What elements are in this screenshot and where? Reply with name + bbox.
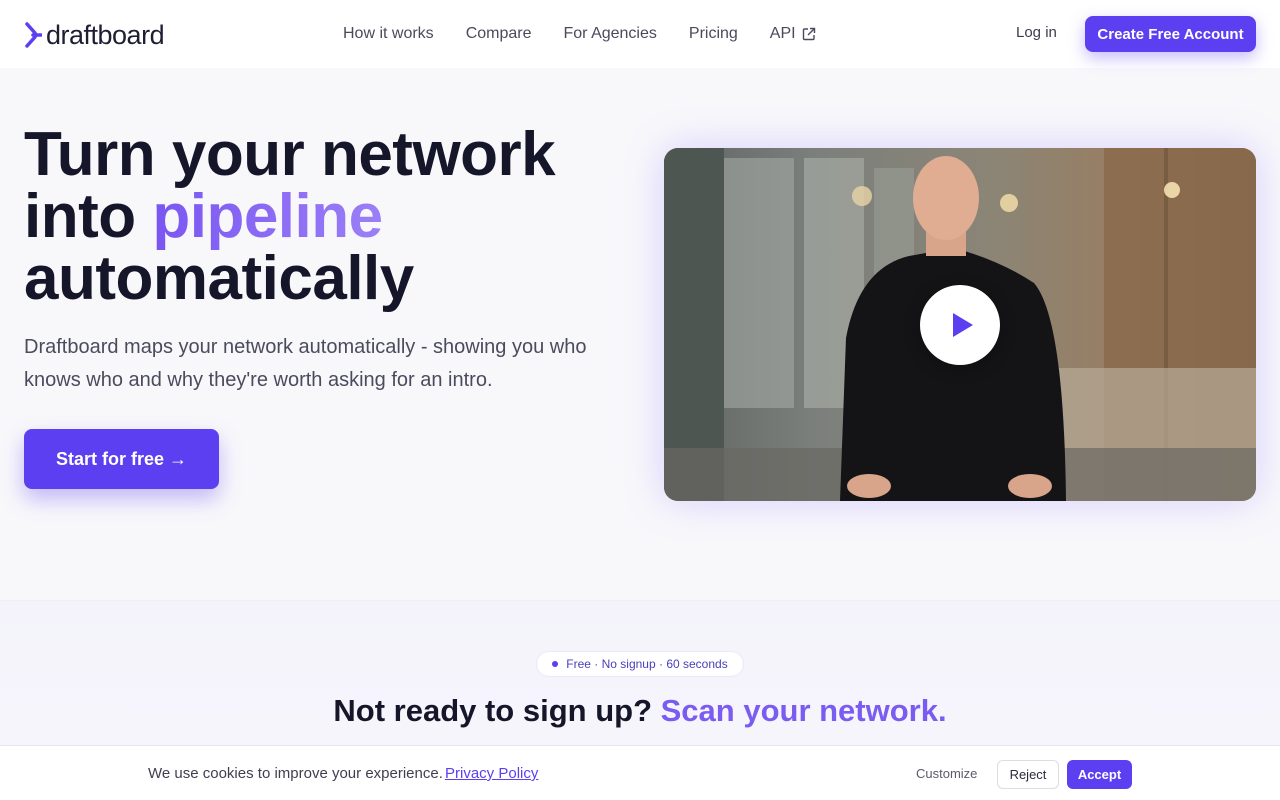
start-for-free-button[interactable]: Start for free → xyxy=(24,429,219,489)
logo[interactable]: draftboard xyxy=(24,19,165,50)
hero-title: Turn your network into pipeline automati… xyxy=(24,124,644,310)
nav-label: API xyxy=(769,25,796,42)
cookie-text: We use cookies to improve your experienc… xyxy=(148,765,443,782)
hero-title-line3: automatically xyxy=(24,244,414,313)
logo-text: draftboard xyxy=(46,19,165,50)
play-icon xyxy=(953,313,973,337)
nav-label: Pricing xyxy=(688,25,738,42)
nav-how-it-works[interactable]: How it works xyxy=(343,25,434,43)
scan-title-prefix: Not ready to sign up? xyxy=(333,693,661,728)
login-link[interactable]: Log in xyxy=(1016,24,1057,41)
cookie-banner: We use cookies to improve your experienc… xyxy=(0,745,1280,800)
scan-badge: Free · No signup · 60 seconds xyxy=(536,651,744,677)
nav-api[interactable]: API xyxy=(770,25,816,43)
hero-title-line1: Turn your network xyxy=(24,120,556,189)
nav-label: For Agencies xyxy=(563,25,657,42)
create-account-button[interactable]: Create Free Account xyxy=(1085,16,1256,52)
scan-title: Not ready to sign up? Scan your network. xyxy=(0,693,1280,729)
badge-dot-icon xyxy=(552,661,559,667)
intro-video[interactable] xyxy=(664,148,1256,501)
nav-pricing[interactable]: Pricing xyxy=(689,25,738,43)
external-link-icon xyxy=(802,27,815,41)
nav-label: How it works xyxy=(343,25,434,42)
customize-button[interactable]: Customize xyxy=(916,766,977,781)
hero-title-accent: pipeline xyxy=(152,182,383,251)
nav-for-agencies[interactable]: For Agencies xyxy=(564,25,657,43)
accept-button[interactable]: Accept xyxy=(1067,760,1132,789)
reject-button[interactable]: Reject xyxy=(997,760,1059,789)
scan-badge-text: Free · No signup · 60 seconds xyxy=(566,657,728,671)
privacy-policy-link[interactable]: Privacy Policy xyxy=(445,765,538,782)
hero-subtitle: Draftboard maps your network automatical… xyxy=(24,336,587,391)
hero-title-line2-prefix: into xyxy=(24,182,153,251)
scan-title-accent: Scan your network. xyxy=(660,693,947,728)
nav-label: Compare xyxy=(465,25,532,42)
main-nav: How it works Compare For Agencies Pricin… xyxy=(343,22,848,46)
site-header: draftboard How it works Compare For Agen… xyxy=(0,0,1280,68)
nav-compare[interactable]: Compare xyxy=(466,25,532,43)
logo-mark-icon xyxy=(25,22,42,48)
play-button[interactable] xyxy=(920,285,1000,365)
